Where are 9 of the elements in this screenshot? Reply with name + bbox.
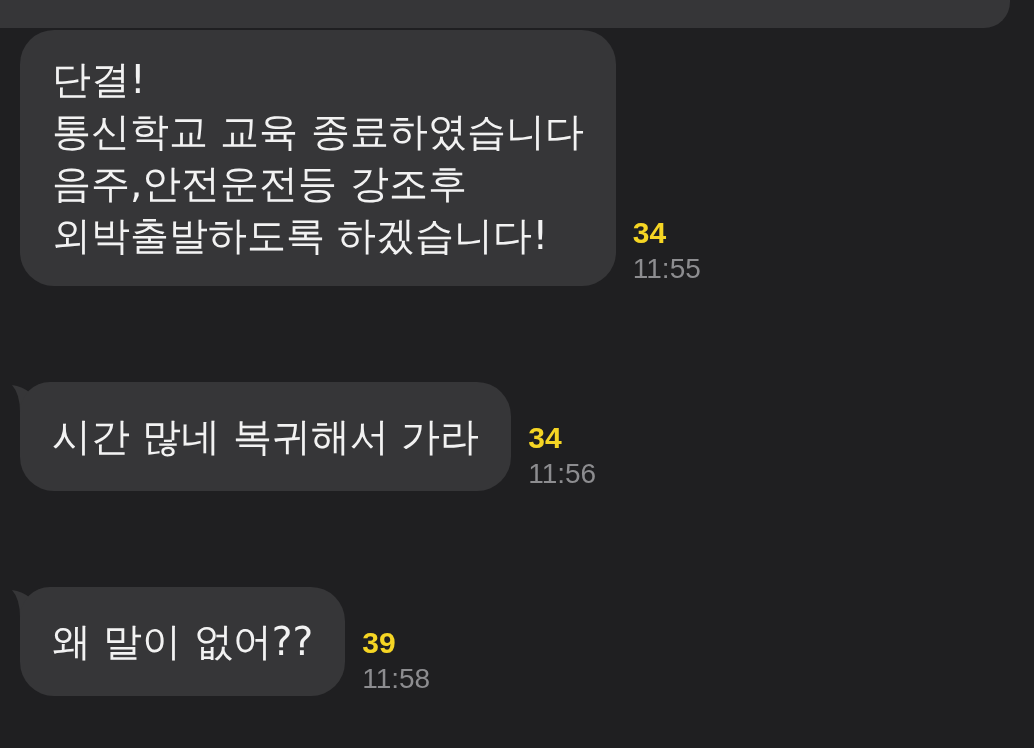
- message-time: 11:55: [632, 252, 701, 286]
- message-bubble: 단결! 통신학교 교육 종료하였습니다 음주,안전운전등 강조후 외박출발하도록 하겠습니다!: [20, 30, 616, 286]
- unread-count: 39: [362, 625, 396, 661]
- message-bubble: 시간 많네 복귀해서 가라: [20, 382, 512, 491]
- message-time: 11:56: [528, 457, 597, 491]
- unread-count: 34: [528, 420, 562, 456]
- unread-count: 34: [632, 215, 667, 251]
- message-bubble: 왜 말이 없어??: [20, 587, 346, 696]
- message-time: 11:58: [362, 662, 431, 696]
